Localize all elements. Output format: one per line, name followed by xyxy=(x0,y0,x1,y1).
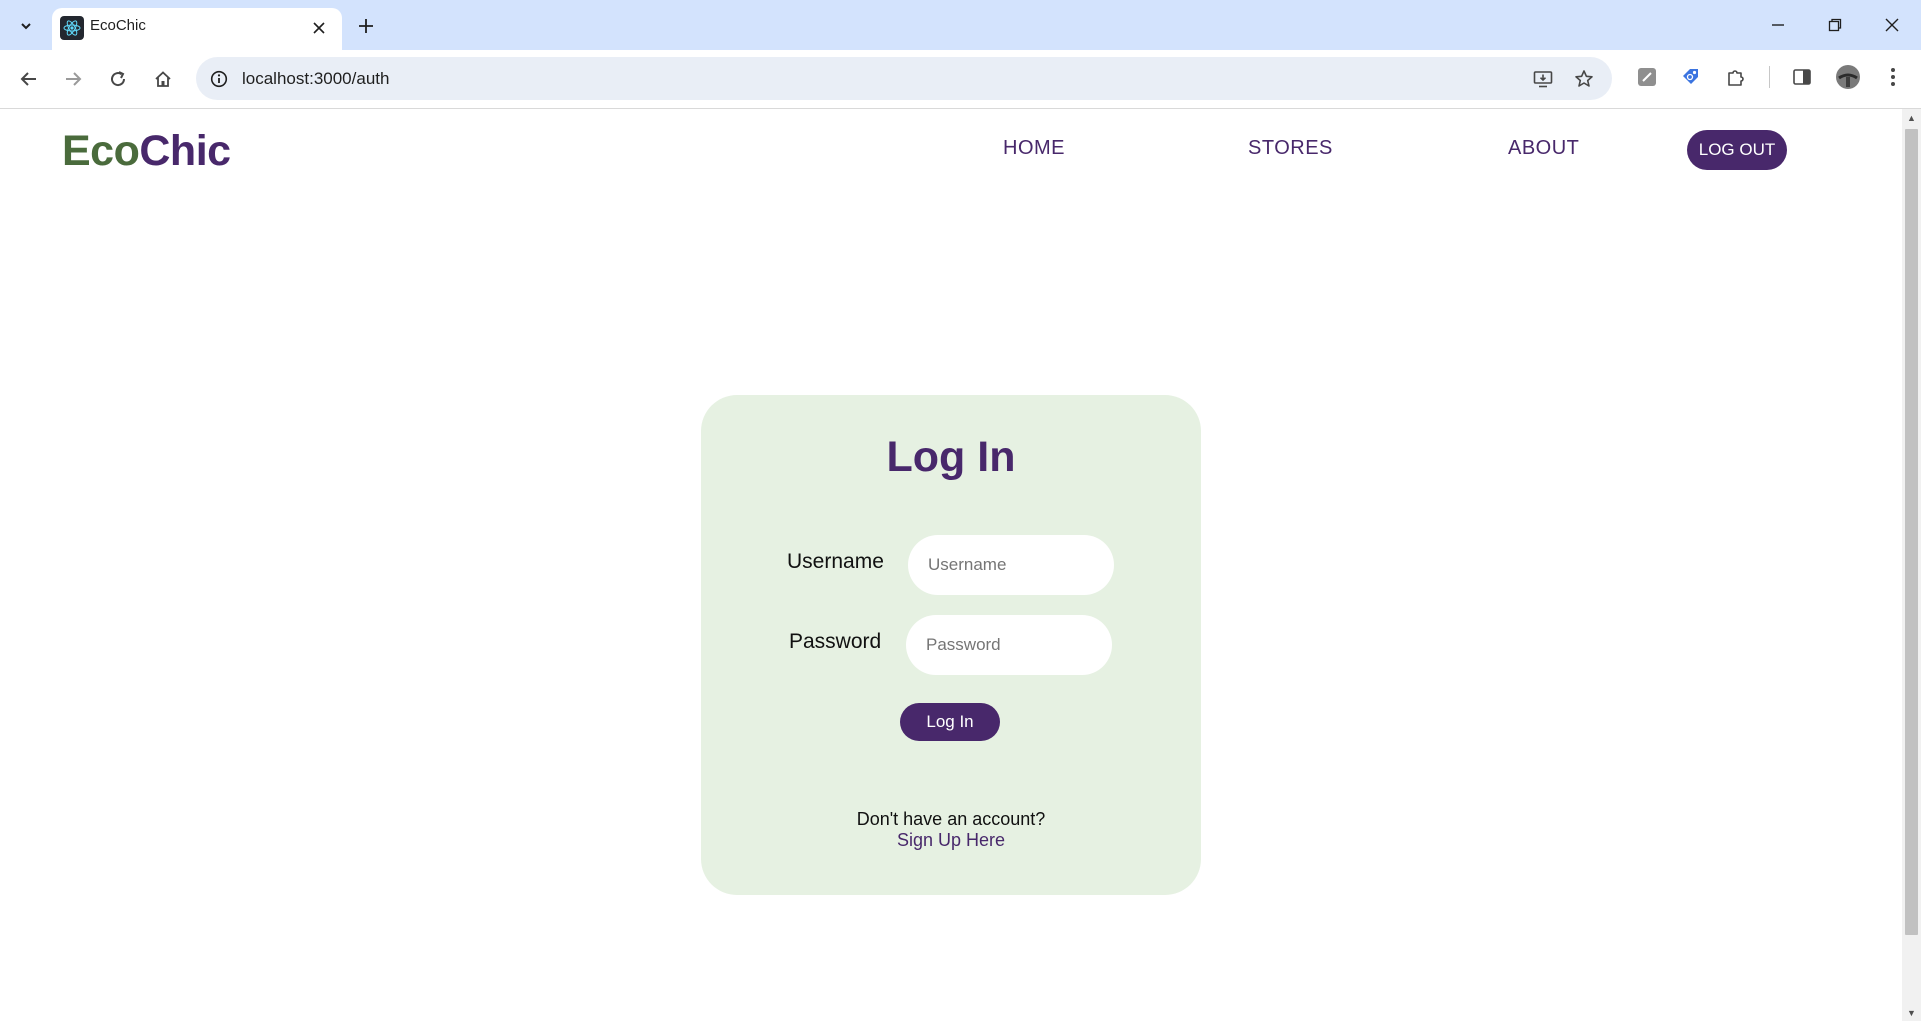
site-info-icon[interactable] xyxy=(206,66,232,92)
back-arrow-icon[interactable] xyxy=(14,64,44,94)
extension-gray-icon[interactable] xyxy=(1633,63,1661,91)
react-favicon-icon xyxy=(60,16,84,40)
close-window-icon[interactable] xyxy=(1877,10,1907,40)
site-logo[interactable]: EcoChic xyxy=(62,127,231,176)
minimize-window-icon[interactable] xyxy=(1763,10,1793,40)
home-icon[interactable] xyxy=(148,64,178,94)
nav-home-link[interactable]: HOME xyxy=(1003,137,1065,160)
address-bar[interactable]: localhost:3000/auth xyxy=(196,57,1612,100)
scroll-down-arrow-icon[interactable]: ▼ xyxy=(1902,1004,1921,1021)
extension-blue-tag-icon[interactable] xyxy=(1677,63,1705,91)
logo-eco-text: Eco xyxy=(62,127,140,175)
reload-icon[interactable] xyxy=(103,64,133,94)
profile-avatar-icon[interactable] xyxy=(1834,63,1862,91)
tab-search-chevron-icon[interactable] xyxy=(12,12,40,40)
password-input[interactable] xyxy=(906,615,1112,675)
tab-title: EcoChic xyxy=(90,17,146,34)
login-submit-button[interactable]: Log In xyxy=(900,703,1000,741)
signup-prompt-text: Don't have an account? xyxy=(856,809,1046,829)
page-scrollbar[interactable]: ▲ ▼ xyxy=(1902,109,1921,1021)
username-label: Username xyxy=(787,550,884,573)
tab-close-icon[interactable] xyxy=(308,17,330,39)
forward-arrow-icon[interactable] xyxy=(58,64,88,94)
signup-link[interactable]: Sign Up Here xyxy=(701,830,1201,851)
install-app-icon[interactable] xyxy=(1530,66,1556,92)
nav-about-link[interactable]: ABOUT xyxy=(1508,137,1579,160)
scroll-thumb[interactable] xyxy=(1905,129,1918,935)
logout-button[interactable]: LOG OUT xyxy=(1687,130,1787,170)
browser-tab-bar: EcoChic xyxy=(0,0,1921,50)
restore-window-icon[interactable] xyxy=(1820,10,1850,40)
scroll-up-arrow-icon[interactable]: ▲ xyxy=(1902,109,1921,126)
nav-stores-link[interactable]: STORES xyxy=(1248,137,1333,160)
chrome-menu-kebab-icon[interactable] xyxy=(1879,63,1907,91)
side-panel-icon[interactable] xyxy=(1788,63,1816,91)
username-input[interactable] xyxy=(908,535,1114,595)
login-card: Log In Username Password Log In Don't ha… xyxy=(701,395,1201,895)
new-tab-plus-icon[interactable] xyxy=(352,12,380,40)
password-label: Password xyxy=(789,630,882,653)
address-url[interactable]: localhost:3000/auth xyxy=(242,69,389,89)
browser-tab[interactable]: EcoChic xyxy=(52,8,342,50)
page-viewport: EcoChic HOME STORES ABOUT LOG OUT Log In… xyxy=(0,109,1902,1021)
logo-chic-text: Chic xyxy=(139,127,231,175)
bookmark-star-icon[interactable] xyxy=(1571,66,1597,92)
toolbar-separator xyxy=(1769,66,1770,88)
extensions-puzzle-icon[interactable] xyxy=(1722,63,1750,91)
login-title: Log In xyxy=(886,433,1016,481)
